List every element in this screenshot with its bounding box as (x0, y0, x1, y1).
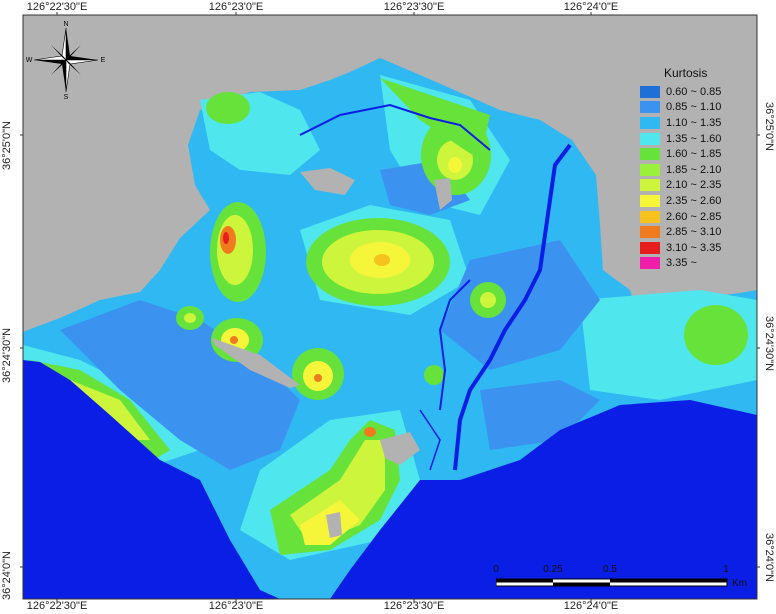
legend-item: 0.60 ~ 0.85 (640, 84, 736, 100)
top-tick-label: 126°24'0"E (563, 1, 619, 13)
scale-label: 0 (493, 564, 499, 575)
scale-label: 0.25 (543, 564, 563, 575)
hotspot-small (424, 365, 444, 385)
left-tick-label: 36°24'30"N (1, 327, 13, 383)
north-arrow-icon: N S E W (26, 21, 106, 100)
compass-n: N (63, 21, 68, 28)
hotspot-southcenter (292, 348, 344, 400)
right-tick-label: 36°24'30"N (763, 316, 775, 372)
compass-w: W (26, 57, 33, 64)
legend-swatch (640, 101, 660, 114)
legend-swatch (640, 226, 660, 239)
hotspot-center (306, 218, 450, 306)
top-tick-label: 126°23'0"E (208, 1, 264, 13)
hotspot-northwest-islet (206, 92, 250, 124)
legend-swatch (640, 194, 660, 207)
legend-label: 2.60 ~ 2.85 (666, 210, 722, 223)
compass-s: S (64, 94, 69, 100)
legend-label: 3.10 ~ 3.35 (666, 241, 722, 254)
bottom-tick-label: 126°24'0"E (563, 600, 619, 612)
legend-label: 2.85 ~ 3.10 (666, 226, 722, 239)
bottom-tick-label: 126°22'30"E (26, 600, 88, 612)
legend-item: 2.60 ~ 2.85 (640, 209, 736, 225)
hotspot-east (470, 282, 506, 318)
legend-item: 3.10 ~ 3.35 (640, 240, 736, 256)
legend-item: 0.85 ~ 1.10 (640, 100, 736, 116)
scale-label: 0.5 (603, 564, 617, 575)
legend-swatch (640, 132, 660, 145)
legend-swatch (640, 257, 660, 270)
legend-label: 1.35 ~ 1.60 (666, 132, 722, 145)
legend-swatch (640, 210, 660, 223)
legend-item: 2.35 ~ 2.60 (640, 193, 736, 209)
legend-item: 3.35 ~ (640, 256, 736, 272)
scale-bar: 0 0.25 0.5 1 Km (493, 564, 768, 594)
scale-unit: Km (732, 578, 747, 589)
legend-item: 1.35 ~ 1.60 (640, 131, 736, 147)
top-tick-label: 126°23'30"E (383, 1, 445, 13)
legend-label: 1.60 ~ 1.85 (666, 148, 722, 161)
legend-item: 1.85 ~ 2.10 (640, 162, 736, 178)
hotspot-north (210, 202, 266, 302)
legend-swatch (640, 116, 660, 129)
scale-label: 1 (723, 564, 729, 575)
legend: Kurtosis 0.60 ~ 0.85 0.85 ~ 1.10 1.10 ~ 1.… (640, 66, 736, 271)
bottom-tick-label: 126°23'0"E (208, 600, 264, 612)
legend-label: 1.85 ~ 2.10 (666, 163, 722, 176)
legend-label: 3.35 ~ (666, 257, 697, 270)
right-tick-label: 36°25'0"N (763, 102, 775, 151)
legend-item: 1.60 ~ 1.85 (640, 146, 736, 162)
scale-bar-graphic (496, 578, 728, 587)
compass-e: E (101, 57, 106, 64)
hotspot-far-east (684, 305, 748, 365)
legend-swatch (640, 148, 660, 161)
legend-swatch (640, 163, 660, 176)
legend-label: 2.35 ~ 2.60 (666, 194, 722, 207)
legend-swatch (640, 241, 660, 254)
bottom-tick-label: 126°23'30"E (383, 600, 445, 612)
hotspot-west-1 (176, 306, 204, 330)
legend-label: 0.60 ~ 0.85 (666, 85, 722, 98)
legend-label: 1.10 ~ 1.35 (666, 116, 722, 129)
legend-item: 1.10 ~ 1.35 (640, 115, 736, 131)
legend-label: 0.85 ~ 1.10 (666, 101, 722, 114)
legend-label: 2.10 ~ 2.35 (666, 179, 722, 192)
top-tick-label: 126°22'30"E (26, 1, 88, 13)
left-tick-label: 36°25'0"N (1, 121, 13, 170)
legend-title: Kurtosis (664, 66, 708, 80)
left-tick-label: 36°24'0"N (1, 551, 13, 600)
legend-swatch (640, 179, 660, 192)
legend-item: 2.85 ~ 3.10 (640, 224, 736, 240)
legend-list: 0.60 ~ 0.85 0.85 ~ 1.10 1.10 ~ 1.35 1.35 ~ … (640, 84, 736, 271)
legend-swatch (640, 85, 660, 98)
legend-item: 2.10 ~ 2.35 (640, 178, 736, 194)
